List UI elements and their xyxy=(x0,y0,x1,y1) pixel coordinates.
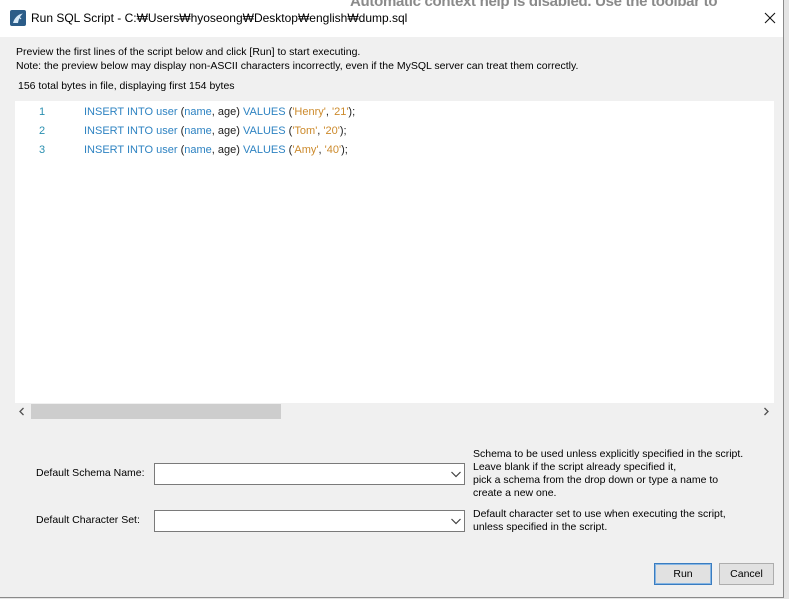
sql-string-literal: 'Henry' xyxy=(292,106,326,118)
code-line: 2 INSERT INTO user (name, age) VALUES ('T… xyxy=(15,122,774,141)
sql-keyword-token: INSERT INTO user xyxy=(84,125,178,137)
default-schema-label: Default Schema Name: xyxy=(36,467,145,479)
chevron-down-icon[interactable] xyxy=(449,511,463,531)
sql-plain-token: , age) xyxy=(211,106,243,118)
sql-plain-token: ); xyxy=(339,125,347,137)
sql-keyword-token: VALUES xyxy=(242,106,286,118)
default-charset-combobox[interactable] xyxy=(154,510,465,532)
sql-keyword-token: name xyxy=(184,125,212,137)
default-charset-help: Default character set to use when execut… xyxy=(473,508,726,534)
default-schema-help: Schema to be used unless explicitly spec… xyxy=(473,448,743,500)
sql-keyword-token: INSERT INTO user xyxy=(84,144,178,156)
code-line: 1 INSERT INTO user (name, age) VALUES ('H… xyxy=(15,103,774,122)
chevron-down-icon[interactable] xyxy=(449,464,463,484)
bytes-info-text: 156 total bytes in file, displaying firs… xyxy=(18,80,235,92)
sql-keyword-token: VALUES xyxy=(242,125,286,137)
horizontal-scrollbar[interactable] xyxy=(15,403,774,420)
window-title: Run SQL Script - C:₩Users₩hyoseong₩Deskt… xyxy=(31,11,408,25)
sql-plain-token: , age) xyxy=(211,144,243,156)
cancel-button[interactable]: Cancel xyxy=(719,563,774,585)
help-line: unless specified in the script. xyxy=(473,521,608,533)
line-number: 1 xyxy=(38,106,46,118)
sql-keyword-token: VALUES xyxy=(242,144,286,156)
help-line: create a new one. xyxy=(473,487,557,499)
instruction-text: Preview the first lines of the script be… xyxy=(16,46,361,58)
code-text: INSERT INTO user (name, age) VALUES ('Am… xyxy=(84,141,348,160)
chevron-left-icon[interactable] xyxy=(18,407,26,416)
sql-string-literal: 'Amy' xyxy=(292,144,319,156)
mysql-workbench-icon xyxy=(10,10,26,26)
code-line: 3 INSERT INTO user (name, age) VALUES ('A… xyxy=(15,141,774,160)
run-sql-script-dialog: Run SQL Script - C:₩Users₩hyoseong₩Deskt… xyxy=(0,0,784,598)
line-number: 2 xyxy=(38,125,46,137)
background-context-help-text: Automatic context help is disabled. Use … xyxy=(350,0,718,9)
sql-string-literal: 'Tom' xyxy=(292,125,318,137)
code-text: INSERT INTO user (name, age) VALUES ('To… xyxy=(84,122,347,141)
sql-string-literal: '20' xyxy=(323,125,340,137)
sql-plain-token: , age) xyxy=(211,125,243,137)
scrollbar-thumb[interactable] xyxy=(31,404,281,419)
help-line: Default character set to use when execut… xyxy=(473,508,726,520)
default-charset-input[interactable] xyxy=(158,513,443,529)
sql-keyword-token: name xyxy=(184,144,212,156)
note-text: Note: the preview below may display non-… xyxy=(16,60,579,72)
code-lines: 1 INSERT INTO user (name, age) VALUES ('H… xyxy=(15,103,774,160)
default-schema-input[interactable] xyxy=(158,466,443,482)
close-icon[interactable] xyxy=(763,11,777,25)
help-line: Leave blank if the script already specif… xyxy=(473,461,677,473)
default-schema-combobox[interactable] xyxy=(154,463,465,485)
sql-plain-token: ); xyxy=(348,106,356,118)
sql-keyword-token: name xyxy=(184,106,212,118)
sql-string-literal: '21' xyxy=(331,106,349,118)
code-text: INSERT INTO user (name, age) VALUES ('He… xyxy=(84,103,355,122)
sql-string-literal: '40' xyxy=(324,144,342,156)
help-line: pick a schema from the drop down or type… xyxy=(473,474,719,486)
line-number: 3 xyxy=(38,144,46,156)
help-line: Schema to be used unless explicitly spec… xyxy=(473,448,744,460)
default-charset-label: Default Character Set: xyxy=(36,514,140,526)
chevron-right-icon[interactable] xyxy=(762,407,770,416)
run-button[interactable]: Run xyxy=(654,563,712,585)
sql-preview-editor[interactable]: 1 INSERT INTO user (name, age) VALUES ('H… xyxy=(15,101,774,403)
sql-plain-token: ); xyxy=(341,144,348,156)
sql-keyword-token: INSERT INTO user xyxy=(84,106,178,118)
